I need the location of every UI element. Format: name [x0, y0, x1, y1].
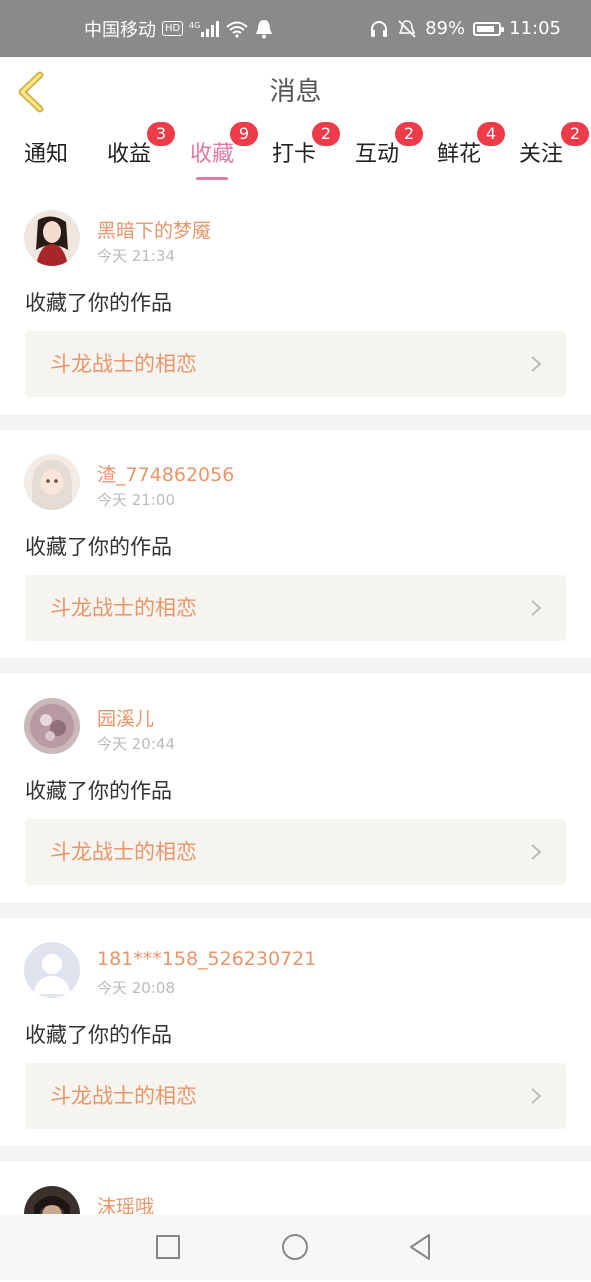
tab-label: 互动	[355, 142, 400, 167]
home-icon	[282, 1234, 308, 1260]
timestamp: 今天 20:08	[97, 979, 175, 997]
tab-favorites[interactable]: 收藏 9	[190, 122, 258, 186]
work-title: 斗龙战士的相恋	[50, 1084, 197, 1108]
page-title: 消息	[269, 77, 322, 107]
username[interactable]: 181***158_526230721	[97, 948, 316, 970]
tab-badge: 2	[561, 122, 589, 146]
recent-apps-icon	[156, 1235, 180, 1259]
tab-badge: 2	[395, 122, 423, 146]
chevron-right-icon	[531, 356, 542, 372]
tab-checkin[interactable]: 打卡 2	[272, 122, 340, 186]
back-icon	[410, 1234, 430, 1260]
tab-bar: 通知 收益 3 收藏 9 打卡 2 互动 2 鲜花 4 关注 2	[0, 122, 591, 186]
action-text: 收藏了你的作品	[25, 779, 172, 803]
work-title: 斗龙战士的相恋	[50, 596, 197, 620]
battery-icon	[473, 21, 505, 36]
divider	[0, 1146, 591, 1162]
home-button[interactable]	[279, 1231, 311, 1263]
app-header: 消息	[0, 57, 591, 129]
active-tab-indicator	[196, 177, 228, 180]
message-card: 渣_774862056 今天 21:00 收藏了你的作品 斗龙战士的相恋	[0, 430, 591, 658]
chevron-right-icon	[531, 600, 542, 616]
carrier-name: 中国移动	[84, 19, 156, 41]
work-link[interactable]: 斗龙战士的相恋	[25, 819, 566, 885]
divider	[0, 902, 591, 918]
action-text: 收藏了你的作品	[25, 1023, 172, 1047]
message-card: 园溪儿 今天 20:44 收藏了你的作品 斗龙战士的相恋	[0, 674, 591, 902]
tab-interactions[interactable]: 互动 2	[355, 122, 423, 186]
tab-follows[interactable]: 关注 2	[519, 122, 589, 186]
work-link[interactable]: 斗龙战士的相恋	[25, 575, 566, 641]
tab-label: 打卡	[272, 142, 317, 167]
status-bar: 中国移动 HD 4G 89% 11:05	[0, 0, 591, 57]
battery-percent: 89%	[425, 18, 466, 39]
system-nav-bar	[0, 1214, 591, 1280]
divider	[0, 658, 591, 674]
avatar[interactable]	[24, 698, 80, 754]
wifi-icon	[225, 20, 249, 38]
tab-label: 收益	[107, 142, 152, 167]
chevron-right-icon	[531, 844, 542, 860]
tab-label: 通知	[24, 142, 69, 167]
tab-label: 收藏	[190, 142, 235, 167]
timestamp: 今天 20:44	[97, 735, 175, 753]
tab-badge: 9	[230, 122, 258, 146]
status-right: 89% 11:05	[369, 0, 561, 57]
tab-flowers[interactable]: 鲜花 4	[437, 122, 505, 186]
nav-back-button[interactable]	[404, 1231, 436, 1263]
status-left: 中国移动 HD 4G	[84, 0, 273, 57]
tab-earnings[interactable]: 收益 3	[107, 122, 175, 186]
timestamp: 今天 21:00	[97, 491, 175, 509]
tab-badge: 3	[147, 122, 175, 146]
timestamp: 今天 21:34	[97, 247, 175, 265]
tab-label: 关注	[519, 142, 564, 167]
username[interactable]: 黑暗下的梦魇	[97, 216, 211, 243]
message-card: 181***158_526230721 今天 20:08 收藏了你的作品 斗龙战…	[0, 918, 591, 1146]
default-avatar-icon[interactable]	[24, 942, 80, 998]
clock: 11:05	[509, 18, 561, 39]
action-text: 收藏了你的作品	[25, 291, 172, 315]
action-text: 收藏了你的作品	[25, 535, 172, 559]
tab-notifications[interactable]: 通知	[24, 128, 68, 186]
hd-badge: HD	[162, 21, 184, 36]
message-list: 黑暗下的梦魇 今天 21:34 收藏了你的作品 斗龙战士的相恋 渣_774862…	[0, 186, 591, 1282]
work-title: 斗龙战士的相恋	[50, 352, 197, 376]
divider	[0, 414, 591, 430]
avatar[interactable]	[24, 210, 80, 266]
tab-badge: 2	[312, 122, 340, 146]
username[interactable]: 渣_774862056	[97, 460, 234, 487]
signal-icon: 4G	[189, 20, 220, 38]
notification-bell-icon	[255, 19, 273, 39]
work-link[interactable]: 斗龙战士的相恋	[25, 1063, 566, 1129]
tab-badge: 4	[477, 122, 505, 146]
svg-text:4G: 4G	[189, 21, 200, 30]
work-title: 斗龙战士的相恋	[50, 840, 197, 864]
chevron-right-icon	[531, 1088, 542, 1104]
mute-icon	[397, 19, 417, 39]
tab-label: 鲜花	[437, 142, 482, 167]
avatar[interactable]	[24, 454, 80, 510]
recent-apps-button[interactable]	[152, 1231, 184, 1263]
message-card: 黑暗下的梦魇 今天 21:34 收藏了你的作品 斗龙战士的相恋	[0, 186, 591, 414]
username[interactable]: 园溪儿	[97, 704, 154, 731]
work-link[interactable]: 斗龙战士的相恋	[25, 331, 566, 397]
headphone-icon	[369, 19, 389, 39]
